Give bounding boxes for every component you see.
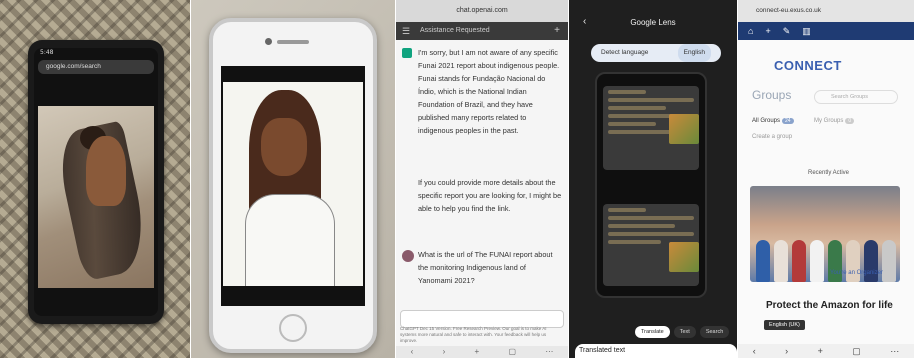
assistant-reply: If you could provide more details about … — [418, 178, 562, 213]
status-bar: 5:48 — [40, 49, 54, 56]
portrait-drawing — [223, 82, 363, 286]
post-image — [669, 114, 699, 144]
plus-icon: + — [817, 346, 823, 356]
child-figure — [86, 136, 126, 206]
create-group-link: Create a group — [752, 134, 793, 140]
assistant-reply: I'm sorry, but I am not aware of any spe… — [418, 48, 560, 135]
organizer-badge: You're an Organizer — [830, 270, 883, 276]
more-icon: ⋯ — [890, 346, 900, 356]
sort-dropdown: Recently Active — [808, 170, 850, 176]
drawn-face — [261, 118, 307, 176]
menu-icon: ☰ — [402, 26, 411, 36]
avatar — [402, 250, 414, 262]
tab-label: All Groups — [752, 118, 781, 124]
count-badge: 24 — [782, 118, 794, 124]
chat-header: ☰ Assistance Requested + — [396, 22, 568, 40]
screenshot-connect-groups: connect-eu.exus.co.uk ⌂ + ✎ ▥ CONNECT Gr… — [738, 0, 914, 358]
screenshot-google-lens: ‹ Google Lens Detect language English Tr… — [569, 0, 737, 358]
speaker-grille — [277, 40, 309, 44]
chip-text: Text — [673, 326, 696, 338]
group-name: Protect the Amazon for life — [766, 300, 893, 311]
language-tag: English (UK) — [764, 320, 805, 330]
plus-icon: + — [554, 25, 560, 36]
site-toolbar: ⌂ + ✎ ▥ — [738, 22, 914, 40]
pencil-icon: ✎ — [782, 25, 791, 36]
screenshot-chatgpt: chat.openai.com ☰ Assistance Requested +… — [396, 0, 568, 358]
tab-label: My Groups — [814, 118, 844, 124]
hammock-photo — [38, 106, 154, 288]
drawn-body — [245, 194, 335, 286]
tabs-icon: ▢ — [508, 347, 517, 356]
chat-body: I'm sorry, but I am not aware of any spe… — [396, 40, 568, 358]
app-title: Google Lens — [630, 18, 676, 27]
brand-logo: CONNECT — [774, 58, 842, 73]
browser-nav: ‹ › + ▢ ⋯ — [396, 346, 568, 358]
chip-search: Search — [699, 326, 730, 338]
camera-icon — [265, 38, 272, 45]
group-photo — [750, 186, 900, 282]
address-bar: google.com/search — [38, 60, 154, 74]
plus-icon: + — [765, 26, 771, 36]
back-icon: ‹ — [410, 347, 414, 356]
iphone — [209, 18, 377, 353]
disclaimer: ChatGPT Dec 15 Version. Free Research Pr… — [400, 326, 547, 343]
home-icon: ⌂ — [748, 26, 754, 36]
assistant-logo-icon — [402, 48, 412, 58]
plus-icon: + — [474, 347, 480, 356]
tabs-icon: ▢ — [852, 346, 861, 356]
chart-icon: ▥ — [802, 25, 811, 36]
address-bar: connect-eu.exus.co.uk — [738, 0, 914, 22]
home-button — [279, 314, 307, 342]
translated-sheet: Translated text — [575, 344, 737, 358]
android-phone: 5:48 google.com/search — [28, 40, 164, 324]
more-icon: ⋯ — [545, 347, 554, 356]
count-badge: 0 — [845, 118, 855, 124]
target-language: English — [677, 44, 711, 62]
tab-my-groups: My Groups 0 — [814, 118, 855, 124]
address-bar: chat.openai.com — [396, 0, 568, 22]
post-image — [669, 242, 699, 272]
language-selector: Detect language English — [591, 44, 721, 62]
photo-phone-on-wicker: 5:48 google.com/search — [0, 0, 190, 358]
forward-icon: › — [442, 347, 446, 356]
tab-all-groups: All Groups 24 — [752, 118, 794, 124]
phone-screen: 5:48 google.com/search — [34, 48, 158, 316]
chat-title: Assistance Requested — [420, 27, 490, 34]
back-icon: ‹ — [752, 346, 756, 356]
chip-translate: Translate — [635, 326, 670, 338]
captured-phone — [595, 72, 707, 298]
page-title: Groups — [752, 88, 792, 102]
user-message: What is the url of The FUNAI report abou… — [418, 250, 553, 285]
source-language: Detect language — [601, 49, 649, 56]
photo-iphone-drawing — [191, 0, 395, 358]
mode-chips: Translate Text Search — [635, 326, 730, 338]
browser-nav: ‹ › + ▢ ⋯ — [738, 344, 914, 358]
search-input: Search Groups — [814, 90, 898, 104]
phone-screen — [221, 66, 365, 306]
forward-icon: › — [785, 346, 789, 356]
